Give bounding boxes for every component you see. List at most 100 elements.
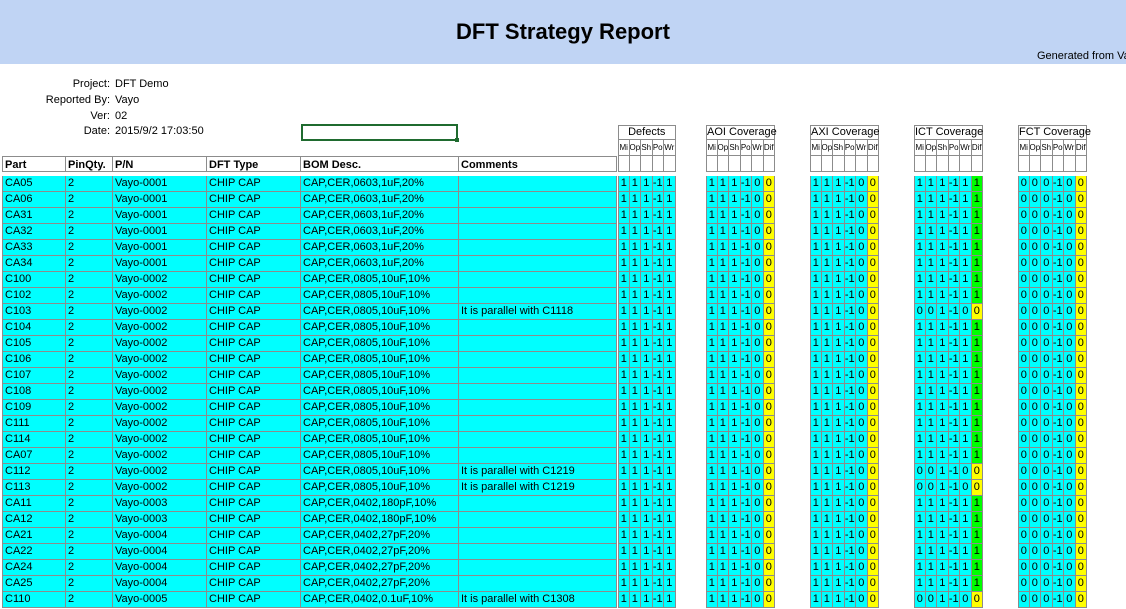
cell-ict-sh[interactable]: 1 [937,400,949,416]
cell-ict-wr[interactable]: 0 [960,592,972,608]
cell-comments[interactable] [459,320,617,336]
cell-pn[interactable]: Vayo-0004 [113,528,207,544]
cell-axi-wr[interactable]: 0 [856,256,868,272]
cell-axi-sh[interactable]: 1 [833,176,845,192]
cell-axi-wr[interactable]: 0 [856,464,868,480]
cell-defects-po[interactable]: -1 [652,240,664,256]
cell-dft-type[interactable]: CHIP CAP [207,240,301,256]
cell-axi-op[interactable]: 1 [821,576,833,592]
cell-axi-wr[interactable]: 0 [856,560,868,576]
cell-fct-sh[interactable]: 0 [1041,320,1053,336]
cell-fct-sh[interactable]: 0 [1041,480,1053,496]
cell-ict-op[interactable]: 1 [925,384,937,400]
cell-fct-mi[interactable]: 0 [1018,256,1030,272]
cell-aoi-po[interactable]: -1 [740,320,752,336]
cell-axi-po[interactable]: -1 [844,480,856,496]
cell-ict-po[interactable]: -1 [948,368,960,384]
cell-axi-wr[interactable]: 0 [856,528,868,544]
cell-axi-po[interactable]: -1 [844,304,856,320]
cell-fct-sh[interactable]: 0 [1041,336,1053,352]
cell-defects-mi[interactable]: 1 [618,304,630,320]
cell-aoi-dif[interactable]: 0 [763,432,775,448]
cell-defects-wr[interactable]: 1 [664,480,676,496]
cell-aoi-po[interactable]: -1 [740,576,752,592]
cell-defects-wr[interactable]: 1 [664,416,676,432]
cell-axi-mi[interactable]: 1 [810,288,822,304]
cell-dft-type[interactable]: CHIP CAP [207,592,301,608]
cell-fct-wr[interactable]: 0 [1064,224,1076,240]
cell-fct-po[interactable]: -1 [1052,416,1064,432]
cell-fct-mi[interactable]: 0 [1018,192,1030,208]
cell-fct-dif[interactable]: 0 [1075,576,1087,592]
cell-ict-po[interactable]: -1 [948,560,960,576]
cell-axi-mi[interactable]: 1 [810,208,822,224]
cell-defects-op[interactable]: 1 [629,256,641,272]
cell-ict-mi[interactable]: 0 [914,304,926,320]
cell-part[interactable]: C106 [2,352,66,368]
cell-defects-po[interactable]: -1 [652,368,664,384]
cell-fct-mi[interactable]: 0 [1018,240,1030,256]
cell-defects-po[interactable]: -1 [652,400,664,416]
cell-defects-wr[interactable]: 1 [664,224,676,240]
cell-fct-op[interactable]: 0 [1029,464,1041,480]
cell-fct-dif[interactable]: 0 [1075,288,1087,304]
cell-pn[interactable]: Vayo-0001 [113,240,207,256]
cell-aoi-sh[interactable]: 1 [729,320,741,336]
cell-axi-op[interactable]: 1 [821,224,833,240]
cell-dft-type[interactable]: CHIP CAP [207,176,301,192]
cell-axi-wr[interactable]: 0 [856,400,868,416]
cell-defects-sh[interactable]: 1 [641,560,653,576]
cell-defects-po[interactable]: -1 [652,512,664,528]
cell-pn[interactable]: Vayo-0002 [113,448,207,464]
cell-fct-po[interactable]: -1 [1052,272,1064,288]
cell-part[interactable]: C104 [2,320,66,336]
cell-defects-wr[interactable]: 1 [664,352,676,368]
cell-axi-op[interactable]: 1 [821,352,833,368]
cell-part[interactable]: CA12 [2,512,66,528]
cell-ict-wr[interactable]: 1 [960,240,972,256]
cell-axi-wr[interactable]: 0 [856,384,868,400]
cell-defects-wr[interactable]: 1 [664,368,676,384]
cell-defects-wr[interactable]: 1 [664,560,676,576]
cell-ict-sh[interactable]: 1 [937,384,949,400]
cell-fct-op[interactable]: 0 [1029,384,1041,400]
cell-fct-op[interactable]: 0 [1029,352,1041,368]
cell-ict-wr[interactable]: 1 [960,384,972,400]
cell-pinqty[interactable]: 2 [66,208,113,224]
cell-aoi-op[interactable]: 1 [717,544,729,560]
cell-axi-po[interactable]: -1 [844,576,856,592]
cell-defects-po[interactable]: -1 [652,304,664,320]
cell-ict-sh[interactable]: 1 [937,592,949,608]
cell-fct-mi[interactable]: 0 [1018,224,1030,240]
cell-aoi-wr[interactable]: 0 [752,240,764,256]
cell-ict-dif[interactable]: 0 [971,480,983,496]
cell-comments[interactable] [459,528,617,544]
cell-bom-desc[interactable]: CAP,CER,0805,10uF,10% [301,368,459,384]
cell-fct-sh[interactable]: 0 [1041,576,1053,592]
cell-axi-mi[interactable]: 1 [810,256,822,272]
cell-axi-sh[interactable]: 1 [833,256,845,272]
cell-ict-sh[interactable]: 1 [937,352,949,368]
cell-pn[interactable]: Vayo-0004 [113,544,207,560]
cell-ict-op[interactable]: 1 [925,368,937,384]
cell-pn[interactable]: Vayo-0002 [113,416,207,432]
cell-axi-wr[interactable]: 0 [856,480,868,496]
cell-part[interactable]: C111 [2,416,66,432]
cell-axi-mi[interactable]: 1 [810,464,822,480]
cell-comments[interactable]: It is parallel with C1219 [459,464,617,480]
cell-aoi-sh[interactable]: 1 [729,288,741,304]
cell-fct-sh[interactable]: 0 [1041,224,1053,240]
cell-aoi-wr[interactable]: 0 [752,544,764,560]
cell-bom-desc[interactable]: CAP,CER,0805,10uF,10% [301,352,459,368]
cell-defects-wr[interactable]: 1 [664,384,676,400]
cell-axi-mi[interactable]: 1 [810,576,822,592]
cell-pinqty[interactable]: 2 [66,352,113,368]
cell-aoi-dif[interactable]: 0 [763,192,775,208]
cell-pinqty[interactable]: 2 [66,496,113,512]
cell-ict-mi[interactable]: 1 [914,576,926,592]
cell-defects-sh[interactable]: 1 [641,496,653,512]
cell-bom-desc[interactable]: CAP,CER,0805,10uF,10% [301,448,459,464]
cell-ict-wr[interactable]: 0 [960,304,972,320]
cell-defects-op[interactable]: 1 [629,560,641,576]
cell-fct-po[interactable]: -1 [1052,544,1064,560]
